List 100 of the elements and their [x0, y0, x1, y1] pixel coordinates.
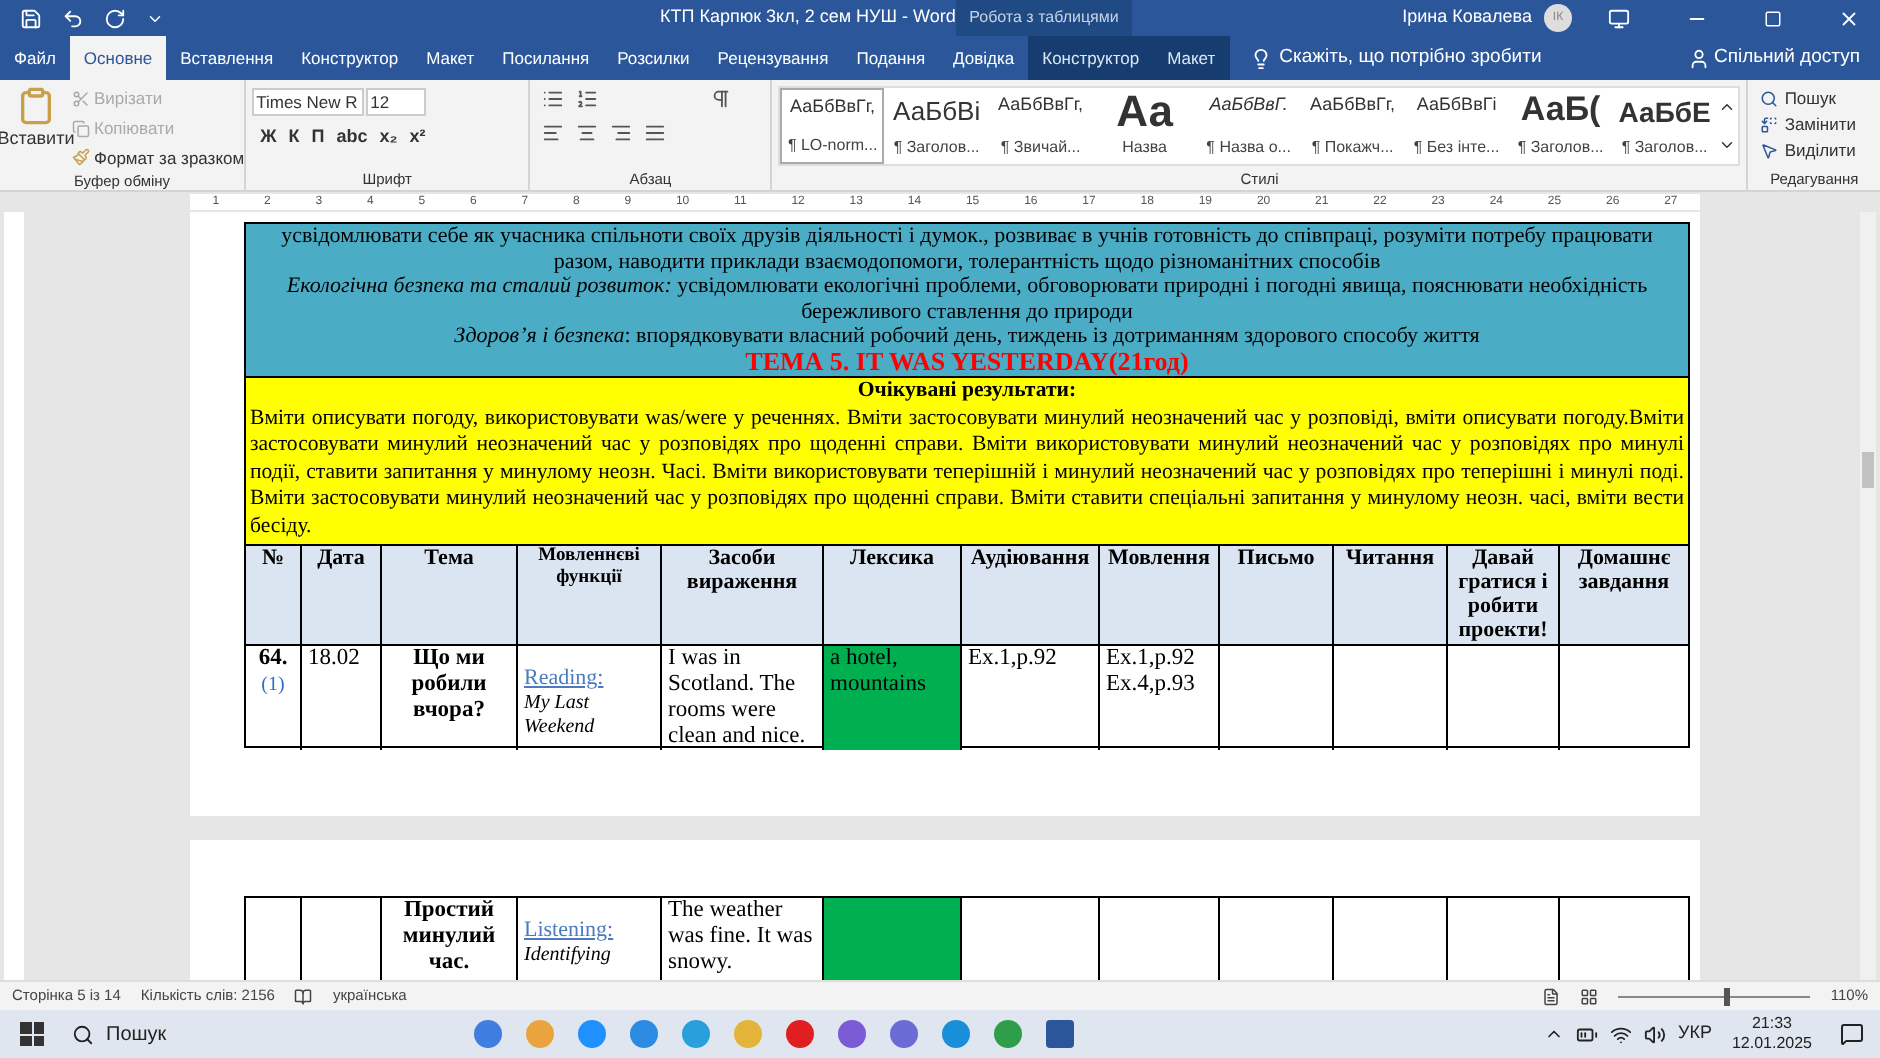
- column-header: Лексика: [824, 546, 962, 644]
- style-item[interactable]: АаБбВвГг, ¶ Покажч...: [1300, 88, 1405, 164]
- format-button[interactable]: Ж: [260, 124, 277, 151]
- scroll-up-icon[interactable]: [1718, 98, 1737, 116]
- font-name-field[interactable]: Times New R: [252, 88, 365, 116]
- align-center-icon[interactable]: [576, 122, 599, 144]
- style-item[interactable]: АаБ( ¶ Заголов...: [1508, 88, 1613, 164]
- save-icon[interactable]: [20, 7, 42, 29]
- redo-icon[interactable]: [104, 7, 126, 29]
- theme-heading: ТЕМА 5. IT WAS YESTERDAY(21год): [745, 349, 1189, 374]
- style-item[interactable]: АаБбВвГ. ¶ Назва о...: [1196, 88, 1301, 164]
- editing-button[interactable]: Пошук: [1760, 86, 1868, 112]
- table-cell: Ex.1,p.92: [962, 646, 1100, 750]
- style-item[interactable]: АаБбВвГі ¶ Без інте...: [1404, 88, 1509, 164]
- table-cell: Ex.1,p.92 Ex.4,p.93: [1100, 646, 1220, 750]
- reading-link[interactable]: Listening:: [524, 918, 614, 942]
- format-button[interactable]: П: [311, 124, 325, 151]
- app-icon[interactable]: [630, 1020, 658, 1048]
- format-button[interactable]: x₂: [379, 124, 398, 151]
- column-header: Засоби вираження: [662, 546, 824, 644]
- justify-icon[interactable]: [644, 122, 667, 144]
- column-header: Мовленнєві функції: [518, 546, 662, 644]
- user-name: Ірина Ковалева: [1402, 4, 1532, 31]
- pilcrow-icon[interactable]: [710, 88, 733, 110]
- input-language[interactable]: УКР: [1677, 1020, 1712, 1048]
- proofing-icon[interactable]: [294, 987, 313, 1005]
- wifi-icon[interactable]: [1609, 1023, 1632, 1045]
- scroll-down-icon[interactable]: [1718, 136, 1737, 154]
- ribbon-tab[interactable]: Довідка: [939, 36, 1029, 80]
- table-cell: 18.02: [302, 646, 382, 750]
- ribbon-tab[interactable]: Макет: [1153, 36, 1230, 80]
- paintbrush-icon: [72, 148, 90, 167]
- format-button[interactable]: abc: [336, 124, 368, 151]
- format-painter-button[interactable]: Формат за зразком: [72, 145, 245, 171]
- paragraph: Вміти описувати погоду, використовувати was/were у реченнях. Вміти застосовувати минулий неозначений час у розповіді, вміти описувати погоду.Вміти застосовувати минулий неозначений час у розповідях про щоденні справи. Вміти використовувати минулий неозначений час у розповідях про минулі події, ставити запитання у минулому неозн. Часі. Вміти використовувати теперішній і минулий неозначений час у розповідях про теперішні і минулі поді. Вміти застосовувати минулий неозначений час у розповідях про щоденні справи. Вміти ставити спеціальні запитання у минулому неозн. часі, вміти вести бесіду.: [250, 405, 1684, 540]
- column-header: №: [246, 546, 302, 644]
- column-header: Мовлення: [1100, 546, 1220, 644]
- style-item[interactable]: АаБбЕ ¶ Заголов...: [1612, 88, 1717, 164]
- format-button[interactable]: x²: [409, 124, 426, 151]
- column-header: Домашнє завдання: [1575, 546, 1673, 598]
- start-icon[interactable]: [20, 1022, 44, 1046]
- share-button[interactable]: Спільний доступ: [1687, 36, 1860, 80]
- editing-button[interactable]: Виділити: [1760, 138, 1868, 164]
- style-item[interactable]: АаБбВвГг, ¶ Звичай...: [988, 88, 1093, 164]
- print-layout-icon[interactable]: [1580, 987, 1599, 1005]
- restore-icon[interactable]: [1764, 9, 1782, 27]
- style-item[interactable]: АаБбВвГг, ¶ LO-norm...: [780, 88, 885, 164]
- app-icon[interactable]: [890, 1020, 918, 1048]
- replace-icon: [1760, 116, 1779, 134]
- ribbon-tab[interactable]: Файл: [0, 36, 70, 80]
- app-icon[interactable]: [786, 1020, 814, 1048]
- column-header: Дата: [302, 546, 382, 644]
- bullets-icon[interactable]: [542, 88, 565, 110]
- ribbon-tab[interactable]: Подання: [842, 36, 940, 80]
- reading-link[interactable]: Reading:: [524, 666, 604, 690]
- paragraph: Екологічна безпека та сталий розвиток: усвідомлювати екологічні проблеми, обговорювати природні і погодні явища, пояснювати необхідність бережливого ставлення до природи: [284, 274, 1650, 324]
- align-right-icon[interactable]: [610, 122, 633, 144]
- clock-time: 21:33: [1751, 1014, 1792, 1034]
- table-cell: a hotel, mountains: [824, 646, 962, 750]
- numbering-icon[interactable]: [576, 88, 599, 110]
- search-field[interactable]: Пошук: [64, 1016, 404, 1052]
- scrollbar[interactable]: [1860, 212, 1876, 980]
- ribbon-display-icon[interactable]: [1608, 7, 1630, 29]
- undo-icon[interactable]: [62, 7, 84, 29]
- context-tab-title: Робота з таблицями: [956, 0, 1132, 36]
- search-icon: [72, 1023, 94, 1045]
- app-icon[interactable]: [942, 1020, 970, 1048]
- column-header: Аудіювання: [962, 546, 1100, 644]
- app-icon[interactable]: [474, 1020, 502, 1048]
- scissors-icon: [72, 89, 90, 108]
- font-size-field[interactable]: 12: [366, 88, 427, 116]
- ribbon-tab[interactable]: Конструктор: [1028, 36, 1154, 80]
- clipboard-icon: [16, 86, 56, 126]
- battery-icon[interactable]: [1575, 1023, 1598, 1045]
- ribbon-tab[interactable]: Розсилки: [603, 36, 704, 80]
- ribbon-tab[interactable]: Основне: [69, 36, 167, 80]
- style-item[interactable]: АаБбВі ¶ Заголов...: [884, 88, 989, 164]
- close-icon[interactable]: [1838, 7, 1860, 29]
- column-header: Письмо: [1220, 546, 1334, 644]
- pointer-icon: [1760, 142, 1779, 160]
- table-cell: Reading: My Last Weekend: [518, 646, 662, 750]
- editing-button[interactable]: Замінити: [1760, 112, 1868, 138]
- style-item[interactable]: Аа Назва: [1092, 88, 1197, 164]
- ribbon-tab[interactable]: Посилання: [488, 36, 604, 80]
- ribbon-tab[interactable]: Вставлення: [166, 36, 288, 80]
- align-left-icon[interactable]: [542, 122, 565, 144]
- volume-icon[interactable]: [1643, 1023, 1666, 1045]
- tell-me-field[interactable]: Скажіть, що потрібно зробити: [1279, 43, 1542, 73]
- ribbon-tab[interactable]: Макет: [412, 36, 489, 80]
- ribbon-tab[interactable]: Рецензування: [703, 36, 843, 80]
- lightbulb-icon: [1249, 47, 1272, 69]
- app-icon[interactable]: [994, 1020, 1022, 1048]
- clock-date: 12.01.2025: [1731, 1034, 1812, 1054]
- ribbon-tab[interactable]: Конструктор: [287, 36, 413, 80]
- notifications-icon[interactable]: [1840, 1022, 1864, 1046]
- format-button[interactable]: К: [288, 124, 300, 151]
- app-icon[interactable]: [578, 1020, 606, 1048]
- column-header: Читання: [1334, 546, 1448, 644]
- app-icon[interactable]: [838, 1020, 866, 1048]
- read-mode-icon[interactable]: [1542, 987, 1561, 1005]
